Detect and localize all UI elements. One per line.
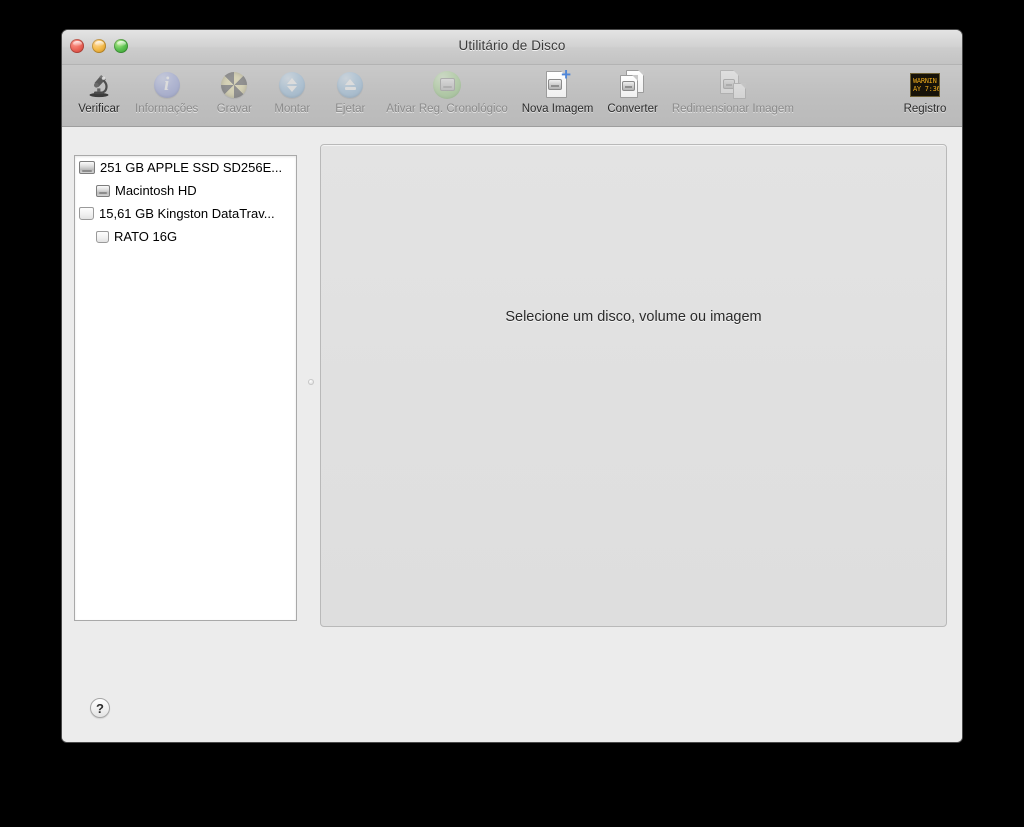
disk-list-label: Macintosh HD bbox=[115, 183, 197, 198]
toolbar-button-verify[interactable]: Verificar bbox=[70, 65, 128, 115]
log-icon-line-1: WARNIN bbox=[913, 76, 937, 85]
help-button[interactable]: ? bbox=[90, 698, 110, 718]
toolbar-button-enable-journaling[interactable]: Ativar Reg. Cronológico bbox=[379, 65, 514, 115]
toolbar-label-convert: Converter bbox=[607, 103, 658, 115]
disk-list[interactable]: 251 GB APPLE SSD SD256E... Macintosh HD … bbox=[74, 155, 297, 621]
toolbar-button-convert[interactable]: Converter bbox=[600, 65, 665, 115]
toolbar-label-mount: Montar bbox=[274, 103, 311, 115]
toolbar-label-new-image: Nova Imagem bbox=[521, 103, 594, 115]
disk-list-label: RATO 16G bbox=[114, 229, 178, 244]
disk-list-item-kingston-datatraveler[interactable]: 15,61 GB Kingston DataTrav... bbox=[75, 202, 296, 225]
toolbar-button-info[interactable]: i Informações bbox=[128, 65, 205, 115]
toolbar: Verificar i Informações Gravar Montar Ej… bbox=[62, 65, 962, 127]
toolbar-button-eject[interactable]: Ejetar bbox=[321, 65, 379, 115]
volume-icon bbox=[96, 184, 110, 197]
titlebar: Utilitário de Disco bbox=[62, 30, 962, 65]
log-icon-line-2: AY 7:36 bbox=[913, 84, 940, 93]
detail-panel: Selecione um disco, volume ou imagem bbox=[320, 144, 947, 627]
toolbar-button-burn[interactable]: Gravar bbox=[205, 65, 263, 115]
microscope-icon bbox=[82, 68, 116, 101]
empty-state-message: Selecione um disco, volume ou imagem bbox=[505, 309, 762, 325]
disk-list-item-rato-16g[interactable]: RATO 16G bbox=[75, 225, 296, 248]
toolbar-label-burn: Gravar bbox=[216, 103, 252, 115]
toolbar-label-verify: Verificar bbox=[78, 103, 120, 115]
content-area: 251 GB APPLE SSD SD256E... Macintosh HD … bbox=[62, 127, 962, 742]
log-icon: WARNIN AY 7:36 bbox=[908, 68, 942, 101]
disk-utility-window: Utilitário de Disco Verificar i Informaç… bbox=[62, 30, 962, 742]
convert-icon bbox=[616, 68, 650, 101]
sidebar-splitter[interactable] bbox=[305, 127, 317, 742]
toolbar-label-eject: Ejetar bbox=[335, 103, 366, 115]
toolbar-label-log: Registro bbox=[903, 103, 947, 115]
mount-icon bbox=[275, 68, 309, 101]
splitter-handle-icon[interactable] bbox=[308, 379, 314, 385]
toolbar-button-new-image[interactable]: + Nova Imagem bbox=[515, 65, 601, 116]
info-icon: i bbox=[150, 68, 184, 101]
toolbar-label-enable-journaling: Ativar Reg. Cronológico bbox=[386, 103, 508, 115]
toolbar-button-mount[interactable]: Montar bbox=[263, 65, 321, 115]
resize-image-icon bbox=[716, 68, 750, 101]
eject-icon bbox=[333, 68, 367, 101]
disk-list-label: 251 GB APPLE SSD SD256E... bbox=[100, 160, 283, 175]
toolbar-label-info: Informações bbox=[135, 103, 199, 115]
toolbar-label-resize-image: Redimensionar Imagem bbox=[671, 103, 794, 115]
burn-icon bbox=[217, 68, 251, 101]
toolbar-button-log[interactable]: WARNIN AY 7:36 Registro bbox=[896, 65, 954, 115]
new-image-icon: + bbox=[541, 66, 575, 101]
removable-volume-icon bbox=[96, 230, 109, 243]
disk-list-item-macintosh-hd[interactable]: Macintosh HD bbox=[75, 179, 296, 202]
journaling-icon bbox=[430, 68, 464, 101]
disk-list-label: 15,61 GB Kingston DataTrav... bbox=[99, 206, 275, 221]
window-title: Utilitário de Disco bbox=[458, 38, 566, 53]
removable-disk-icon bbox=[79, 207, 94, 220]
toolbar-button-resize-image[interactable]: Redimensionar Imagem bbox=[665, 65, 801, 115]
internal-hard-disk-icon bbox=[79, 161, 95, 174]
disk-list-item-internal-ssd[interactable]: 251 GB APPLE SSD SD256E... bbox=[75, 156, 296, 179]
